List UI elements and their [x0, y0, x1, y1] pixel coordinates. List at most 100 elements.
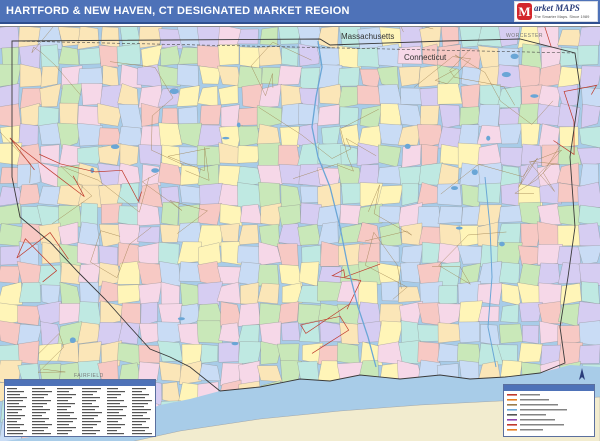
- zip-region: [0, 125, 20, 143]
- zip-region: [179, 184, 203, 204]
- zip-region: [218, 322, 240, 343]
- zip-region: [500, 147, 524, 168]
- zip-region: [120, 302, 141, 326]
- index-entry: [32, 421, 45, 423]
- index-entry: [132, 412, 147, 414]
- zip-region: [418, 64, 441, 88]
- zip-region: [160, 45, 181, 66]
- legend-swatch: [507, 399, 517, 401]
- zip-region: [419, 87, 441, 108]
- zip-region: [321, 126, 341, 146]
- logo-tagline: The Smarter Maps. Since 1989: [534, 14, 590, 19]
- zip-region: [138, 282, 163, 305]
- index-entry: [107, 424, 125, 426]
- index-entry: [7, 388, 17, 390]
- zip-region: [116, 43, 141, 66]
- zip-region: [477, 182, 501, 204]
- lake: [151, 168, 160, 173]
- zip-region: [459, 106, 481, 127]
- index-entry: [107, 430, 117, 432]
- zip-region: [240, 282, 260, 305]
- zip-region: [281, 321, 301, 341]
- index-entry: [57, 388, 73, 390]
- index-entry: [57, 421, 73, 423]
- index-entry: [7, 418, 21, 420]
- zip-region: [560, 283, 582, 306]
- lake: [404, 143, 411, 149]
- zip-region: [258, 46, 283, 67]
- index-entry: [32, 388, 45, 390]
- index-entry: [107, 397, 117, 399]
- map-legend-panel: [503, 384, 595, 437]
- zip-region: [259, 27, 279, 46]
- legend-swatch: [507, 419, 517, 421]
- zip-region: [200, 344, 219, 364]
- zip-region: [520, 123, 540, 147]
- index-entry: [57, 397, 72, 399]
- index-entry: [107, 403, 120, 405]
- index-entry: [7, 421, 17, 423]
- index-entry: [32, 397, 44, 399]
- index-entry: [32, 403, 47, 405]
- zip-region: [357, 320, 382, 343]
- index-entry: [32, 400, 51, 402]
- zip-index-columns: [7, 388, 152, 435]
- state-label-massachusetts: Massachusetts: [341, 32, 395, 41]
- zip-region: [557, 204, 581, 227]
- index-entry: [57, 433, 68, 435]
- zip-region: [58, 205, 83, 228]
- legend-entry: [520, 424, 564, 426]
- zip-region: [522, 325, 540, 344]
- zip-region: [77, 27, 100, 50]
- index-entry: [7, 394, 20, 396]
- lake: [69, 337, 76, 344]
- zip-region: [277, 65, 303, 86]
- market-maps-logo[interactable]: M arket MAPS The Smarter Maps. Since 198…: [514, 1, 598, 22]
- legend-entry: [520, 429, 543, 431]
- legend-entry: [520, 409, 567, 411]
- index-entry: [57, 424, 69, 426]
- zip-region: [439, 104, 461, 129]
- zip-region: [578, 320, 600, 347]
- zip-region: [401, 144, 422, 169]
- index-entry: [82, 394, 93, 396]
- zip-region: [138, 144, 162, 166]
- index-entry: [132, 397, 145, 399]
- zip-region: [161, 107, 179, 124]
- index-entry: [82, 430, 100, 432]
- zip-region: [139, 125, 162, 148]
- zip-region: [40, 44, 60, 70]
- lake: [169, 88, 179, 95]
- index-entry: [7, 406, 26, 408]
- zip-region: [57, 184, 83, 207]
- zip-region: [498, 204, 523, 223]
- index-entry: [132, 406, 144, 408]
- zip-region: [0, 27, 20, 50]
- zip-region: [197, 281, 223, 307]
- north-arrow-icon: [579, 368, 585, 380]
- state-label-connecticut: Connecticut: [404, 53, 447, 62]
- zip-region: [341, 182, 363, 205]
- zip-region: [500, 304, 519, 323]
- zip-region: [141, 164, 161, 187]
- zip-region: [138, 27, 163, 49]
- index-entry: [32, 406, 43, 408]
- zip-region: [0, 167, 21, 184]
- zip-region: [81, 83, 103, 106]
- zip-region: [117, 261, 141, 285]
- index-entry: [82, 418, 94, 420]
- index-panel-header: [5, 380, 155, 386]
- index-entry: [82, 400, 96, 402]
- index-entry: [82, 397, 100, 399]
- index-entry: [82, 424, 97, 426]
- zip-region: [297, 360, 320, 382]
- index-entry: [82, 415, 98, 417]
- zip-region: [297, 223, 322, 246]
- index-entry: [82, 433, 96, 435]
- index-entry: [132, 388, 146, 390]
- zip-region: [199, 104, 222, 125]
- map-title: HARTFORD & NEW HAVEN, CT DESIGNATED MARK…: [6, 5, 350, 17]
- index-entry: [82, 427, 93, 429]
- index-entry: [132, 424, 142, 426]
- lake: [231, 341, 239, 346]
